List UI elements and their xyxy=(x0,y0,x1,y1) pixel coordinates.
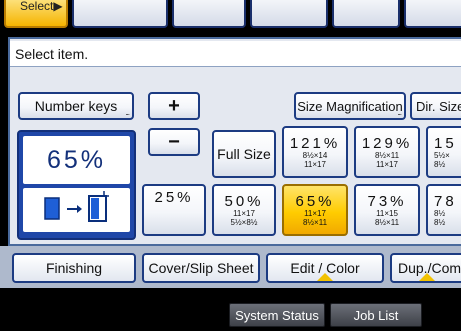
increase-button[interactable]: + xyxy=(148,92,200,120)
original-to-copy-icon xyxy=(44,191,109,222)
preset-73-button[interactable]: 73% 11×15 8½×11 xyxy=(354,184,420,236)
dir-size-button[interactable]: Dir. Size xyxy=(410,92,461,120)
more-dots-icon: ... xyxy=(125,108,130,117)
decrease-button[interactable]: − xyxy=(148,128,200,156)
preset-size-to: 11×17 xyxy=(376,159,398,169)
preset-ratio: 25% xyxy=(154,189,194,206)
preset-ratio: 65% xyxy=(295,192,335,210)
top-tab-6[interactable] xyxy=(404,0,461,28)
tab-indicator-icon xyxy=(419,273,435,281)
number-keys-label: Number keys xyxy=(34,98,118,114)
size-magnification-label: Size Magnification xyxy=(297,98,403,114)
preset-size-from: 11×15 xyxy=(376,208,398,218)
tab-finishing-label: Finishing xyxy=(45,260,103,276)
top-tab-4[interactable] xyxy=(250,0,328,28)
preset-size-to: 8½×11 xyxy=(374,217,400,227)
preset-size-to: 8½ xyxy=(434,159,446,169)
preset-129-button[interactable]: 129% 8½×11 11×17 xyxy=(354,126,420,178)
preset-size-to: 8½ xyxy=(434,217,446,227)
preset-ratio: 50% xyxy=(224,192,264,210)
tab-dup-combine[interactable]: Dup./Combine xyxy=(390,253,461,283)
preset-size-to: 5½×8½ xyxy=(230,217,258,227)
orientation-indicator xyxy=(23,188,130,232)
minus-icon: − xyxy=(168,130,180,153)
tab-select-label: Select▶ xyxy=(20,0,63,13)
top-tab-5[interactable] xyxy=(332,0,400,28)
plus-icon: + xyxy=(168,94,180,117)
preset-ratio: 129% xyxy=(361,134,413,152)
job-list-label: Job List xyxy=(353,307,399,323)
preset-size-from: 8½ xyxy=(434,208,446,218)
preset-size-from: 8½×11 xyxy=(374,150,400,160)
preset-ratio: 73% xyxy=(367,192,407,210)
preset-65-button-selected[interactable]: 65% 11×17 8½×11 xyxy=(282,184,348,236)
tab-select-selected[interactable]: Select▶ xyxy=(4,0,68,28)
preset-50-button[interactable]: 50% 11×17 5½×8½ xyxy=(212,184,276,236)
system-status-label: System Status xyxy=(235,307,319,323)
top-tab-3[interactable] xyxy=(172,0,246,28)
full-size-label: Full Size xyxy=(217,146,271,162)
preset-size-from: 8½×14 xyxy=(302,150,328,160)
job-list-button[interactable]: Job List xyxy=(330,303,422,327)
number-keys-button[interactable]: Number keys ... xyxy=(18,92,134,120)
current-ratio-value: 65% xyxy=(46,145,107,174)
preset-ratio: 121% xyxy=(289,134,341,152)
preset-size-from: 11×17 xyxy=(233,208,255,218)
tab-finishing[interactable]: Finishing xyxy=(12,253,136,283)
preset-155-button[interactable]: 15 5½× 8½ xyxy=(426,126,461,178)
size-magnification-button[interactable]: Size Magnification ... xyxy=(294,92,406,120)
system-status-button[interactable]: System Status xyxy=(229,303,325,327)
preset-size-to: 11×17 xyxy=(304,159,326,169)
current-ratio-display: 65% xyxy=(17,130,136,240)
full-size-button[interactable]: Full Size xyxy=(212,130,276,178)
function-tab-row: Finishing Cover/Slip Sheet Edit / Color … xyxy=(0,246,461,288)
top-tab-strip: Select▶ xyxy=(0,0,461,33)
more-dots-icon: ... xyxy=(397,108,402,117)
tab-indicator-icon xyxy=(317,273,333,281)
top-tab-2[interactable] xyxy=(72,0,168,28)
preset-25-button[interactable]: 25% xyxy=(142,184,206,236)
preset-size-from: 11×17 xyxy=(304,208,326,218)
ratio-readout: 65% xyxy=(23,136,130,184)
preset-size-from: 5½× xyxy=(434,150,450,160)
message-text: Select item. xyxy=(15,46,89,62)
tab-cover-slip-sheet-label: Cover/Slip Sheet xyxy=(148,260,254,276)
preset-121-button[interactable]: 121% 8½×14 11×17 xyxy=(282,126,348,178)
message-bar: Select item. xyxy=(10,41,461,67)
preset-78-button[interactable]: 78 8½ 8½ xyxy=(426,184,461,236)
dir-size-label: Dir. Size xyxy=(416,98,461,114)
preset-size-to: 8½×11 xyxy=(302,217,328,227)
tab-edit-color[interactable]: Edit / Color xyxy=(266,253,384,283)
preset-ratio: 78 xyxy=(434,192,457,210)
tab-cover-slip-sheet[interactable]: Cover/Slip Sheet xyxy=(142,253,260,283)
preset-ratio: 15 xyxy=(434,134,457,152)
